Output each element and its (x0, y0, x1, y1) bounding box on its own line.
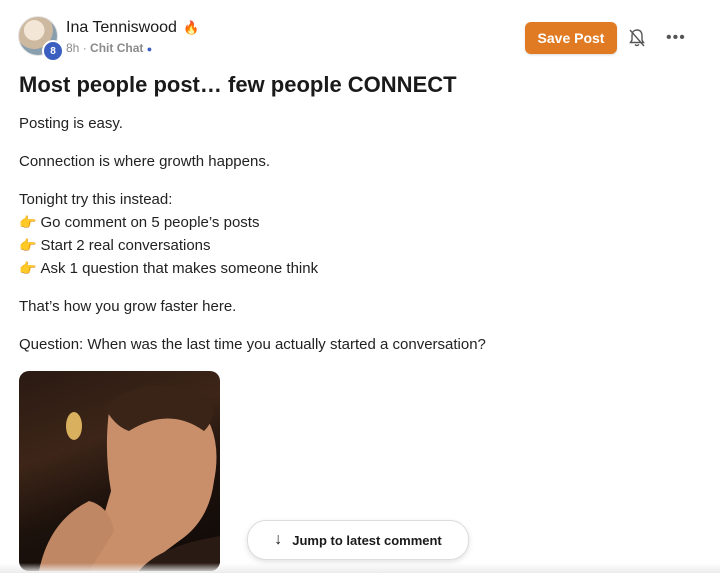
jump-button-label: Jump to latest comment (292, 532, 442, 548)
pointing-hand-icon: 👉 (19, 260, 37, 276)
pointing-hand-icon: 👉 (19, 214, 37, 230)
meta-separator: · (82, 41, 87, 55)
level-badge: 8 (42, 40, 64, 62)
post-time: 8h (66, 41, 80, 55)
post-body: Posting is easy. Connection is where gro… (19, 112, 699, 371)
list-item: 👉 Go comment on 5 people’s posts (19, 211, 699, 234)
post-meta: 8h · Chit Chat ● (66, 41, 152, 55)
more-options-icon[interactable]: ••• (666, 29, 686, 47)
paragraph: Posting is easy. (19, 115, 123, 132)
paragraph: That’s how you grow faster here. (19, 298, 237, 315)
paragraph: Connection is where growth happens. (19, 153, 270, 170)
paragraph: Tonight try this instead: (19, 191, 173, 208)
post-title: Most people post… few people CONNECT (19, 72, 457, 97)
arrow-down-icon: ↓ (274, 531, 283, 548)
category-link[interactable]: Chit Chat (90, 41, 143, 55)
bottom-fade (0, 563, 720, 573)
author-name[interactable]: Ina Tenniswood (66, 19, 177, 36)
save-post-button[interactable]: Save Post (525, 22, 617, 54)
post-gif-image[interactable] (19, 371, 220, 571)
tip-text: Ask 1 question that makes someone think (40, 260, 319, 277)
list-item: 👉 Ask 1 question that makes someone think (19, 257, 699, 280)
tips-block: Tonight try this instead: 👉 Go comment on… (19, 188, 699, 280)
tip-text: Start 2 real conversations (40, 237, 211, 254)
pointing-hand-icon: 👉 (19, 237, 37, 253)
paragraph: Question: When was the last time you act… (19, 336, 486, 353)
author-line: Ina Tenniswood 🔥 (66, 19, 200, 37)
category-icon: ● (146, 44, 153, 54)
list-item: 👉 Start 2 real conversations (19, 234, 699, 257)
jump-to-latest-comment-button[interactable]: ↓ Jump to latest comment (247, 520, 469, 560)
tip-text: Go comment on 5 people’s posts (40, 214, 260, 231)
gif-illustration (39, 385, 220, 571)
fire-icon: 🔥 (183, 20, 200, 35)
bell-icon[interactable] (628, 28, 646, 48)
